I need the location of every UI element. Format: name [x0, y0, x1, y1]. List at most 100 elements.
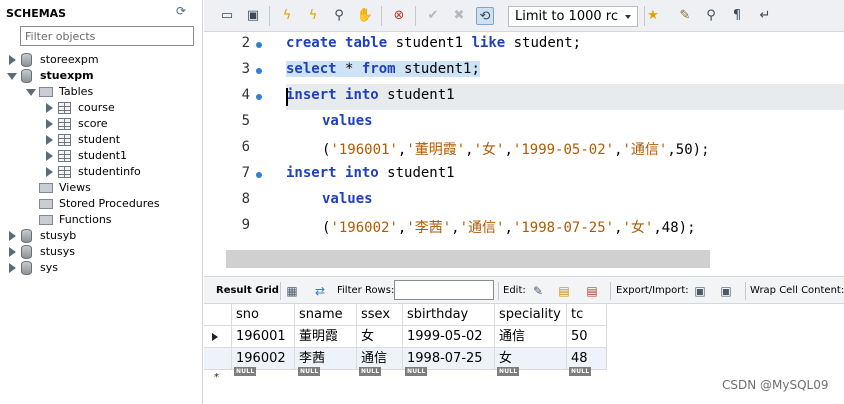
table-item-studentinfo[interactable]: studentinfo	[0, 164, 200, 180]
column-header-sbirthday[interactable]: sbirthday	[403, 304, 495, 326]
expand-icon[interactable]	[46, 103, 53, 113]
selected-code-text: select * from student1;	[286, 61, 480, 77]
collapse-icon[interactable]	[26, 89, 36, 96]
table-cell[interactable]: 董明霞	[295, 326, 357, 348]
table-icon	[58, 102, 71, 114]
database-icon	[21, 69, 32, 83]
column-header-speciality[interactable]: speciality	[495, 304, 567, 326]
add-row-icon[interactable]: ▤	[556, 283, 572, 299]
schema-stuexpm[interactable]: stuexpm	[0, 68, 200, 84]
database-icon	[21, 229, 32, 243]
toolbar-separator	[745, 282, 746, 300]
filter-objects-input[interactable]	[20, 26, 194, 46]
rollback-icon[interactable]: ✖	[450, 7, 468, 25]
scrollbar-thumb[interactable]	[226, 250, 710, 268]
column-header-sname[interactable]: sname	[295, 304, 357, 326]
schema-stusys[interactable]: stusys	[0, 244, 200, 260]
expand-icon[interactable]	[46, 119, 53, 129]
table-cell[interactable]: 1999-05-02	[403, 326, 495, 348]
refresh-icon[interactable]: ⇄	[312, 283, 328, 299]
limit-rows-select[interactable]: Limit to 1000 rc	[508, 6, 638, 27]
null-badge[interactable]: NULL	[405, 367, 428, 376]
line-number: 2	[241, 35, 250, 51]
table-label: studentinfo	[78, 165, 141, 178]
commit-icon[interactable]: ✔	[424, 7, 442, 25]
stored-procedures-node[interactable]: Stored Procedures	[0, 196, 200, 212]
expand-icon[interactable]	[46, 167, 53, 177]
editor-horizontal-scrollbar[interactable]	[204, 250, 844, 268]
edit-row-icon[interactable]: ✎	[530, 283, 546, 299]
explain-icon[interactable]: ⚲	[330, 7, 348, 25]
schema-sys[interactable]: sys	[0, 260, 200, 276]
expand-icon[interactable]	[46, 135, 53, 145]
result-grid-tab[interactable]: Result Grid	[216, 285, 279, 296]
code-text: create table student1 like student;	[286, 35, 582, 51]
stop-icon[interactable]: ✋	[356, 7, 374, 25]
expand-icon[interactable]	[46, 151, 53, 161]
null-badge[interactable]: NULL	[359, 367, 382, 376]
execute-icon[interactable]: ϟ	[278, 7, 296, 25]
table-cell[interactable]: 50	[567, 326, 607, 348]
views-label: Views	[59, 181, 91, 194]
export-icon[interactable]: ▣	[692, 283, 708, 299]
new-row-marker: *	[214, 372, 219, 383]
row-header[interactable]	[204, 326, 232, 348]
code-line: 4 insert into student1	[204, 84, 844, 110]
toolbar-separator	[415, 6, 416, 26]
invisible-chars-icon[interactable]: ¶	[728, 7, 746, 25]
form-view-icon[interactable]: ▦	[284, 283, 300, 299]
table-icon	[58, 150, 71, 162]
table-cell[interactable]: 196001	[232, 326, 295, 348]
open-folder-icon[interactable]: ▭	[218, 7, 236, 25]
code-line: 9 ('196002','李茜','通信','1998-07-25','女',4…	[204, 214, 844, 240]
delete-row-icon[interactable]: ▤	[584, 283, 600, 299]
execute-line-icon[interactable]: ϟ	[304, 7, 322, 25]
table-item-student1[interactable]: student1	[0, 148, 200, 164]
import-icon[interactable]: ▣	[718, 283, 734, 299]
beautify-icon[interactable]: ✎	[676, 7, 694, 25]
expand-icon[interactable]	[9, 263, 16, 273]
functions-node[interactable]: Functions	[0, 212, 200, 228]
column-header-tc[interactable]: tc	[567, 304, 607, 326]
stored-procedures-label: Stored Procedures	[59, 197, 160, 210]
schema-storeexpm[interactable]: storeexpm	[0, 52, 200, 68]
views-node[interactable]: Views	[0, 180, 200, 196]
expand-icon[interactable]	[9, 55, 16, 65]
bookmark-icon[interactable]: ★	[644, 7, 662, 25]
schema-stusyb[interactable]: stusyb	[0, 228, 200, 244]
null-badge[interactable]: NULL	[234, 367, 257, 376]
null-badge[interactable]: NULL	[497, 367, 520, 376]
functions-icon	[39, 215, 53, 225]
save-icon[interactable]: ▣	[244, 7, 262, 25]
null-badge[interactable]: NULL	[298, 367, 321, 376]
toolbar-separator	[498, 282, 499, 300]
refresh-icon[interactable]: ⟳	[176, 5, 188, 17]
table-item-student[interactable]: student	[0, 132, 200, 148]
toolbar-separator	[381, 6, 382, 26]
expand-icon[interactable]	[9, 231, 16, 241]
wrap-icon[interactable]: ↵	[756, 7, 774, 25]
toggle-error-icon[interactable]: ⊗	[390, 7, 408, 25]
table-item-course[interactable]: course	[0, 100, 200, 116]
line-number: 5	[241, 113, 250, 129]
code-line: 2 create table student1 like student;	[204, 32, 844, 58]
table-cell[interactable]: 通信	[495, 326, 567, 348]
sql-editor[interactable]: 2 create table student1 like student; 3 …	[204, 32, 844, 250]
result-grid-toolbar: Result Grid ▦ ⇄ Filter Rows: Edit: ✎ ▤ ▤…	[204, 276, 844, 304]
code-text: insert into student1	[286, 87, 455, 103]
table-label: course	[78, 101, 115, 114]
column-header-sno[interactable]: sno	[232, 304, 295, 326]
collapse-icon[interactable]	[7, 73, 17, 80]
row-header[interactable]	[204, 348, 232, 370]
column-header-ssex[interactable]: ssex	[357, 304, 403, 326]
table-item-score[interactable]: score	[0, 116, 200, 132]
tables-node[interactable]: Tables	[0, 84, 200, 100]
table-cell[interactable]: 女	[357, 326, 403, 348]
autocommit-icon[interactable]: ⟲	[476, 7, 494, 25]
code-line: 5 values	[204, 110, 844, 136]
database-icon	[21, 261, 32, 275]
filter-rows-input[interactable]	[394, 280, 494, 300]
expand-icon[interactable]	[9, 247, 16, 257]
find-icon[interactable]: ⚲	[702, 7, 720, 25]
null-badge[interactable]: NULL	[569, 367, 592, 376]
